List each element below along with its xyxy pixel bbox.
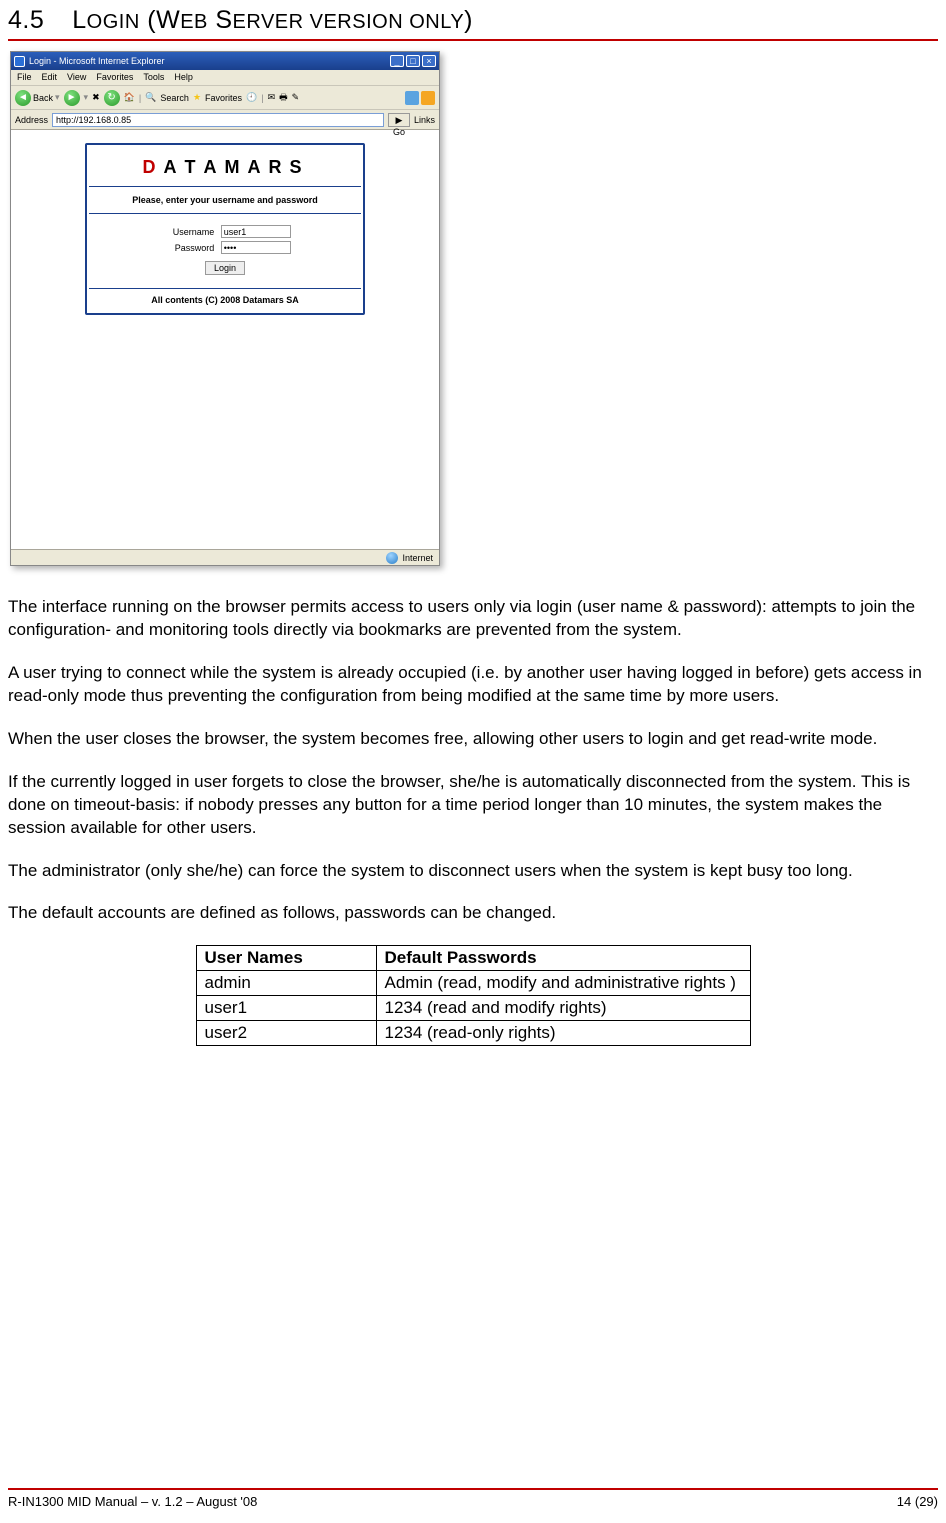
browser-content: DATAMARS Please, enter your username and… (11, 130, 439, 549)
page-footer: R-IN1300 MID Manual – v. 1.2 – August '0… (8, 1488, 938, 1509)
table-header-row: User Names Default Passwords (196, 946, 750, 971)
username-label: Username (159, 227, 214, 237)
table-row: admin Admin (read, modify and administra… (196, 971, 750, 996)
mail-icon: ✉ (268, 92, 276, 103)
menu-edit: Edit (42, 72, 58, 83)
go-button: ▶ Go (388, 113, 410, 127)
menu-favorites: Favorites (96, 72, 133, 83)
table-cell: Admin (read, modify and administrative r… (376, 971, 750, 996)
paragraph-5: The administrator (only she/he) can forc… (8, 860, 938, 883)
favorites-label: Favorites (205, 93, 242, 103)
footer-right: 14 (29) (897, 1494, 938, 1509)
paragraph-3: When the user closes the browser, the sy… (8, 728, 938, 751)
username-input (221, 225, 291, 238)
history-icon: 🕘 (246, 92, 257, 103)
footer-left: R-IN1300 MID Manual – v. 1.2 – August '0… (8, 1494, 257, 1509)
logo: DATAMARS (89, 147, 361, 187)
browser-screenshot: Login - Microsoft Internet Explorer _ □ … (10, 51, 440, 566)
accounts-table: User Names Default Passwords admin Admin… (196, 945, 751, 1046)
table-cell: user1 (196, 996, 376, 1021)
favorites-icon: ★ (193, 92, 201, 103)
toolbar-blue-icon (405, 91, 419, 105)
menu-view: View (67, 72, 86, 83)
section-number: 4.5 (8, 6, 44, 34)
maximize-icon: □ (406, 55, 420, 67)
section-title: LOGIN (WEB SERVER VERSION ONLY) (72, 6, 473, 34)
links-label: Links (414, 115, 435, 125)
search-label: Search (160, 93, 189, 103)
table-cell: admin (196, 971, 376, 996)
edit-icon: ✎ (292, 92, 300, 103)
paragraph-6: The default accounts are defined as foll… (8, 902, 938, 925)
address-input: http://192.168.0.85 (52, 113, 384, 127)
refresh-icon: ↻ (104, 90, 120, 106)
table-cell: user2 (196, 1021, 376, 1046)
status-zone-label: Internet (402, 553, 433, 563)
toolbar-orange-icon (421, 91, 435, 105)
table-row: user2 1234 (read-only rights) (196, 1021, 750, 1046)
browser-addressbar: Address http://192.168.0.85 ▶ Go Links (11, 110, 439, 130)
ie-icon (14, 56, 25, 67)
paragraph-2: A user trying to connect while the syste… (8, 662, 938, 708)
minimize-icon: _ (390, 55, 404, 67)
browser-statusbar: Internet (11, 549, 439, 565)
password-input (221, 241, 291, 254)
browser-titlebar: Login - Microsoft Internet Explorer _ □ … (11, 52, 439, 70)
login-button: Login (205, 261, 245, 275)
paragraph-4: If the currently logged in user forgets … (8, 771, 938, 840)
home-icon: 🏠 (124, 92, 135, 103)
menu-help: Help (174, 72, 193, 83)
internet-zone-icon (386, 552, 398, 564)
table-header-passwords: Default Passwords (376, 946, 750, 971)
address-label: Address (15, 115, 48, 125)
paragraph-1: The interface running on the browser per… (8, 596, 938, 642)
login-form: Username Password Login (89, 214, 361, 289)
browser-toolbar: ◄ Back ▾ ► ▾ ✖ ↻ 🏠 | 🔍 Search ★ Favorite… (11, 86, 439, 110)
section-heading: 4.5 LOGIN (WEB SERVER VERSION ONLY) (8, 0, 938, 41)
search-icon: 🔍 (145, 92, 156, 103)
table-cell: 1234 (read-only rights) (376, 1021, 750, 1046)
login-copyright: All contents (C) 2008 Datamars SA (89, 289, 361, 311)
table-cell: 1234 (read and modify rights) (376, 996, 750, 1021)
stop-icon: ✖ (92, 92, 100, 103)
menu-tools: Tools (143, 72, 164, 83)
login-panel: DATAMARS Please, enter your username and… (85, 143, 365, 315)
browser-menu: File Edit View Favorites Tools Help (11, 70, 439, 86)
menu-file: File (17, 72, 32, 83)
password-label: Password (159, 243, 214, 253)
back-icon: ◄ (15, 90, 31, 106)
body-text: The interface running on the browser per… (8, 596, 938, 925)
window-title: Login - Microsoft Internet Explorer (29, 56, 165, 66)
table-header-usernames: User Names (196, 946, 376, 971)
back-label: Back (33, 93, 53, 103)
print-icon: 🖶 (279, 90, 288, 106)
login-prompt: Please, enter your username and password (89, 187, 361, 214)
table-row: user1 1234 (read and modify rights) (196, 996, 750, 1021)
forward-icon: ► (64, 90, 80, 106)
close-icon: × (422, 55, 436, 67)
